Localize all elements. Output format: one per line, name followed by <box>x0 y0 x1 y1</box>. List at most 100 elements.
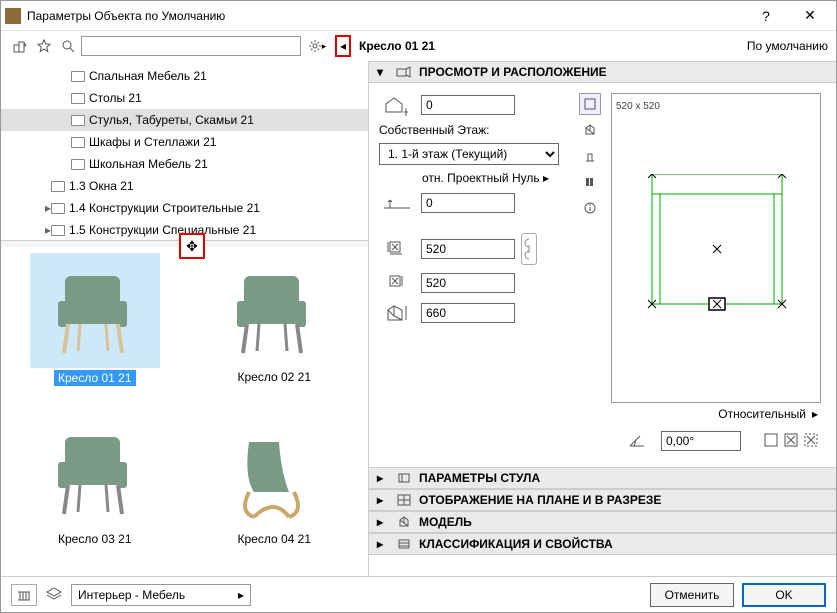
help-button[interactable]: ? <box>744 2 788 30</box>
chair-section-icon <box>395 471 413 485</box>
expand-arrow-icon[interactable]: ▸ <box>39 223 51 237</box>
layer-select[interactable]: Интерьер - Мебель ▸ <box>71 584 251 606</box>
app-icon <box>5 8 21 24</box>
ok-button[interactable]: OK <box>742 583 826 607</box>
width-icon <box>379 237 415 261</box>
library-footer-button[interactable] <box>11 584 37 606</box>
height-input[interactable] <box>421 303 515 323</box>
tree-item[interactable]: Стулья, Табуреты, Скамьи 21 <box>1 109 368 131</box>
library-button[interactable] <box>9 35 31 57</box>
rel-zero-input[interactable] <box>421 193 515 213</box>
left-panel: Спальная Мебель 21 Столы 21 Стулья, Табуре… <box>1 61 369 576</box>
titlebar: Параметры Объекта по Умолчанию ? ✕ <box>1 1 836 31</box>
angle-icon <box>619 429 655 453</box>
view-3d-button[interactable] <box>579 119 601 141</box>
folder-icon <box>71 115 85 126</box>
mirror-x-checkbox[interactable] <box>764 433 778 450</box>
chevron-right-icon: ▸ <box>377 537 389 551</box>
tree-item[interactable]: Шкафы и Стеллажи 21 <box>1 131 368 153</box>
width-input[interactable] <box>421 239 515 259</box>
move-cursor-icon: ✥ <box>179 233 205 259</box>
elevation-icon <box>379 93 415 117</box>
position-controls: Собственный Этаж: 1. 1-й этаж (Текущий) … <box>379 93 569 457</box>
preview-dimensions: 520 x 520 <box>616 101 660 112</box>
preview-canvas[interactable]: 520 x 520 <box>611 93 821 403</box>
toolbar: ▸ ◂ Кресло 01 21 По умолчанию <box>1 31 836 61</box>
library-tree[interactable]: Спальная Мебель 21 Столы 21 Стулья, Табуре… <box>1 61 368 241</box>
thumbnail-image <box>209 415 339 530</box>
class-section-icon <box>395 537 413 551</box>
chevron-right-icon: ▸ <box>377 471 389 485</box>
section-class-header[interactable]: ▸ КЛАССИФИКАЦИЯ И СВОЙСТВА <box>369 533 836 555</box>
section-model-header[interactable]: ▸ МОДЕЛЬ <box>369 511 836 533</box>
view-section-button[interactable] <box>579 171 601 193</box>
settings-gear[interactable]: ▸ <box>303 35 331 57</box>
search-input[interactable] <box>81 36 301 56</box>
section-preview-body: Собственный Этаж: 1. 1-й этаж (Текущий) … <box>369 83 836 467</box>
chevron-right-icon: ▸ <box>377 493 389 507</box>
close-button[interactable]: ✕ <box>788 2 832 30</box>
folder-icon <box>71 159 85 170</box>
right-panel: ▾ ПРОСМОТР И РАСПОЛОЖЕНИЕ Собственный Эт… <box>369 61 836 576</box>
tree-item-label: Шкафы и Стеллажи 21 <box>89 135 216 149</box>
expand-arrow-icon[interactable]: ▸ <box>39 201 51 215</box>
main: Спальная Мебель 21 Столы 21 Стулья, Табуре… <box>1 61 836 576</box>
tree-item-label: Школьная Мебель 21 <box>89 157 208 171</box>
tree-item[interactable]: Спальная Мебель 21 <box>1 65 368 87</box>
tree-item[interactable]: 1.3 Окна 21 <box>1 175 368 197</box>
rel-zero-icon <box>379 191 415 215</box>
tree-item[interactable]: Школьная Мебель 21 <box>1 153 368 175</box>
own-floor-label: Собственный Этаж: <box>379 123 569 137</box>
mirror-x-icon <box>784 433 798 450</box>
thumbnail[interactable]: Кресло 02 21 <box>187 253 363 411</box>
collapse-panel-button[interactable]: ◂ <box>335 35 351 57</box>
tree-item[interactable]: Столы 21 <box>1 87 368 109</box>
tree-item[interactable]: ▸ 1.4 Конструкции Строительные 21 <box>1 197 368 219</box>
thumbnail-image <box>30 253 160 368</box>
thumbnail-label: Кресло 03 21 <box>58 532 132 546</box>
default-label: По умолчанию <box>747 39 828 53</box>
chevron-right-icon: ▸ <box>238 588 244 602</box>
tree-item-label: 1.5 Конструкции Специальные 21 <box>69 223 256 237</box>
folder-icon <box>51 203 65 214</box>
section-chair-header[interactable]: ▸ ПАРАМЕТРЫ СТУЛА <box>369 467 836 489</box>
favorite-button[interactable] <box>33 35 55 57</box>
preview-column: 520 x 520 <box>611 93 826 457</box>
thumbnail[interactable]: Кресло 04 21 <box>187 415 363 571</box>
object-name: Кресло 01 21 <box>359 39 435 53</box>
thumbnail-label: Кресло 04 21 <box>237 532 311 546</box>
tree-item-label: 1.4 Конструкции Строительные 21 <box>69 201 260 215</box>
link-dimensions-icon[interactable] <box>521 233 537 265</box>
tree-item-label: Столы 21 <box>89 91 142 105</box>
splitter[interactable]: ✥ <box>1 241 368 247</box>
thumbnail-label: Кресло 01 21 <box>54 370 136 386</box>
elevation-input[interactable] <box>421 95 515 115</box>
cancel-button[interactable]: Отменить <box>650 583 734 607</box>
section-model-title: МОДЕЛЬ <box>419 515 472 529</box>
thumbnail[interactable]: Кресло 01 21 <box>7 253 183 411</box>
folder-icon <box>71 93 85 104</box>
thumbnail-image <box>30 415 160 530</box>
view-info-button[interactable] <box>579 197 601 219</box>
thumbnail-grid: Кресло 01 21 Кресло 02 21 Кресло 03 21 Кр… <box>1 247 368 576</box>
section-chair-title: ПАРАМЕТРЫ СТУЛА <box>419 471 540 485</box>
relative-arrow-icon[interactable]: ▸ <box>812 407 818 421</box>
section-class-title: КЛАССИФИКАЦИЯ И СВОЙСТВА <box>419 537 613 551</box>
model-section-icon <box>395 515 413 529</box>
floor-select[interactable]: 1. 1-й этаж (Текущий) <box>379 143 559 165</box>
angle-input[interactable] <box>661 431 741 451</box>
thumbnail[interactable]: Кресло 03 21 <box>7 415 183 571</box>
section-preview-header[interactable]: ▾ ПРОСМОТР И РАСПОЛОЖЕНИЕ <box>369 61 836 83</box>
tree-item-label: Стулья, Табуреты, Скамьи 21 <box>89 113 254 127</box>
depth-input[interactable] <box>421 273 515 293</box>
chevron-right-icon: ▸ <box>377 515 389 529</box>
folder-icon <box>71 71 85 82</box>
depth-icon <box>379 271 415 295</box>
search-icon-button[interactable] <box>57 35 79 57</box>
layer-name: Интерьер - Мебель <box>78 588 185 602</box>
section-display-title: ОТОБРАЖЕНИЕ НА ПЛАНЕ И В РАЗРЕЗЕ <box>419 493 661 507</box>
view-plan-button[interactable] <box>579 93 601 115</box>
section-display-header[interactable]: ▸ ОТОБРАЖЕНИЕ НА ПЛАНЕ И В РАЗРЕЗЕ <box>369 489 836 511</box>
view-elevation-button[interactable] <box>579 145 601 167</box>
rel-project-zero-label: отн. Проектный Нуль <box>422 171 540 185</box>
